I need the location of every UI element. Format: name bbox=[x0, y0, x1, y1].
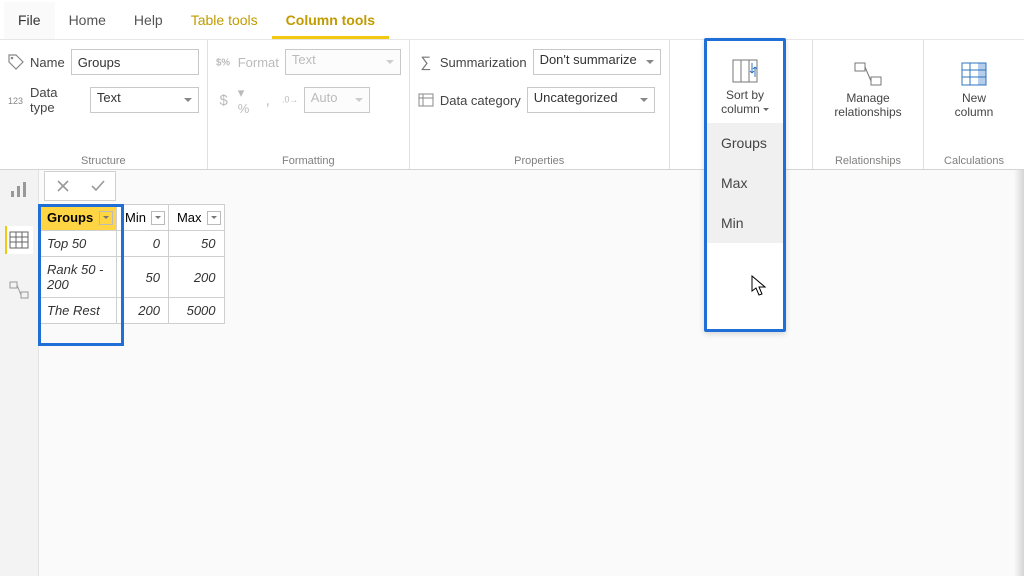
column-header-min-label: Min bbox=[125, 210, 146, 225]
tab-file[interactable]: File bbox=[4, 2, 55, 39]
right-panel-shadow bbox=[1014, 170, 1024, 576]
sort-menu-item-groups[interactable]: Groups bbox=[707, 123, 783, 163]
table-row[interactable]: Top 50 0 50 bbox=[39, 231, 225, 257]
data-table: Groups Min Max Top 50 0 50 Rank 50 - 200… bbox=[38, 204, 225, 324]
table-row[interactable]: Rank 50 - 200 50 200 bbox=[39, 257, 225, 298]
report-view-button[interactable] bbox=[5, 176, 33, 204]
column-header-groups[interactable]: Groups bbox=[39, 205, 117, 231]
ribbon-group-relationships: Managerelationships Relationships bbox=[812, 40, 923, 169]
decimal-places-input: Auto bbox=[304, 87, 370, 113]
new-column-line2: column bbox=[955, 105, 994, 119]
sort-menu-item-max[interactable]: Max bbox=[707, 163, 783, 203]
data-view-button[interactable] bbox=[5, 226, 33, 254]
cell-min[interactable]: 50 bbox=[117, 257, 169, 298]
ribbon-group-properties: ∑ Summarization Don't summarize Data cat… bbox=[409, 40, 669, 169]
group-label-formatting: Formatting bbox=[216, 155, 401, 167]
cancel-formula-button[interactable] bbox=[53, 176, 73, 196]
table-row[interactable]: The Rest 200 5000 bbox=[39, 298, 225, 324]
ribbon-group-calculations: Newcolumn Calculations bbox=[923, 40, 1024, 169]
cell-group[interactable]: Top 50 bbox=[39, 231, 117, 257]
summarization-label: Summarization bbox=[440, 55, 527, 70]
cell-min[interactable]: 200 bbox=[117, 298, 169, 324]
ribbon: Name 123 Data type Text Structure $% For… bbox=[0, 40, 1024, 170]
relationships-icon bbox=[854, 60, 882, 88]
group-label-relationships: Relationships bbox=[821, 155, 915, 167]
sort-icon bbox=[731, 57, 759, 85]
column-header-min[interactable]: Min bbox=[117, 205, 169, 231]
relationships-line2: relationships bbox=[834, 105, 901, 119]
cell-max[interactable]: 200 bbox=[168, 257, 224, 298]
datacategory-select[interactable]: Uncategorized bbox=[527, 87, 655, 113]
cell-max[interactable]: 50 bbox=[168, 231, 224, 257]
column-header-groups-label: Groups bbox=[47, 210, 93, 225]
view-rail bbox=[0, 170, 38, 304]
sortby-line1: Sort by bbox=[726, 88, 764, 102]
cell-max[interactable]: 5000 bbox=[168, 298, 224, 324]
new-column-icon bbox=[960, 60, 988, 88]
format-select: Text bbox=[285, 49, 401, 75]
datatype-icon: 123 bbox=[8, 92, 24, 108]
data-table-wrap: Groups Min Max Top 50 0 50 Rank 50 - 200… bbox=[38, 204, 225, 324]
group-label-properties: Properties bbox=[418, 155, 661, 167]
format-icon: $% bbox=[216, 54, 232, 70]
tab-help[interactable]: Help bbox=[120, 2, 177, 39]
table-header-row: Groups Min Max bbox=[39, 205, 225, 231]
relationships-line1: Manage bbox=[846, 91, 889, 105]
cursor-icon bbox=[751, 275, 769, 297]
svg-text:.0→.00: .0→.00 bbox=[282, 95, 298, 105]
column-header-max-label: Max bbox=[177, 210, 202, 225]
name-label: Name bbox=[30, 55, 65, 70]
ribbon-group-structure: Name 123 Data type Text Structure bbox=[0, 40, 207, 169]
group-label-structure: Structure bbox=[8, 155, 199, 167]
currency-icon: $ bbox=[216, 92, 232, 108]
filter-icon[interactable] bbox=[99, 211, 113, 225]
sort-menu-item-min[interactable]: Min bbox=[707, 203, 783, 243]
tab-home[interactable]: Home bbox=[55, 2, 120, 39]
thousands-icon: , bbox=[260, 92, 276, 108]
filter-icon[interactable] bbox=[207, 211, 221, 225]
formula-bar bbox=[44, 171, 116, 201]
ribbon-group-formatting: $% Format Text $ ▾ % , .0→.00 Auto Forma… bbox=[207, 40, 409, 169]
new-column-button[interactable]: Newcolumn bbox=[938, 54, 1010, 120]
sort-by-column-dropdown: Sort bycolumn Groups Max Min bbox=[704, 38, 786, 332]
manage-relationships-button[interactable]: Managerelationships bbox=[827, 54, 909, 120]
format-label: Format bbox=[238, 55, 279, 70]
cell-min[interactable]: 0 bbox=[117, 231, 169, 257]
datacategory-label: Data category bbox=[440, 93, 521, 108]
decimal-icon: .0→.00 bbox=[282, 92, 298, 108]
model-view-button[interactable] bbox=[5, 276, 33, 304]
sort-by-menu: Groups Max Min bbox=[707, 123, 783, 243]
datatype-select[interactable]: Text bbox=[90, 87, 199, 113]
sort-by-column-button[interactable]: Sort bycolumn bbox=[709, 51, 781, 117]
column-header-max[interactable]: Max bbox=[168, 205, 224, 231]
commit-formula-button[interactable] bbox=[88, 176, 108, 196]
datatype-label: Data type bbox=[30, 85, 84, 115]
svg-text:123: 123 bbox=[8, 96, 23, 106]
category-icon bbox=[418, 92, 434, 108]
tab-table-tools[interactable]: Table tools bbox=[177, 2, 272, 39]
new-column-line1: New bbox=[962, 91, 986, 105]
cell-group[interactable]: Rank 50 - 200 bbox=[39, 257, 117, 298]
tab-column-tools[interactable]: Column tools bbox=[272, 2, 389, 39]
ribbon-tabstrip: File Home Help Table tools Column tools bbox=[0, 0, 1024, 40]
name-input[interactable] bbox=[71, 49, 199, 75]
sortby-line2: column bbox=[721, 102, 769, 116]
cell-group[interactable]: The Rest bbox=[39, 298, 117, 324]
percent-icon: ▾ % bbox=[238, 92, 254, 108]
summarization-select[interactable]: Don't summarize bbox=[533, 49, 661, 75]
tag-icon bbox=[8, 54, 24, 70]
sigma-icon: ∑ bbox=[418, 54, 434, 70]
filter-icon[interactable] bbox=[151, 211, 165, 225]
svg-text:$%: $% bbox=[216, 58, 230, 69]
group-label-calculations: Calculations bbox=[932, 155, 1016, 167]
